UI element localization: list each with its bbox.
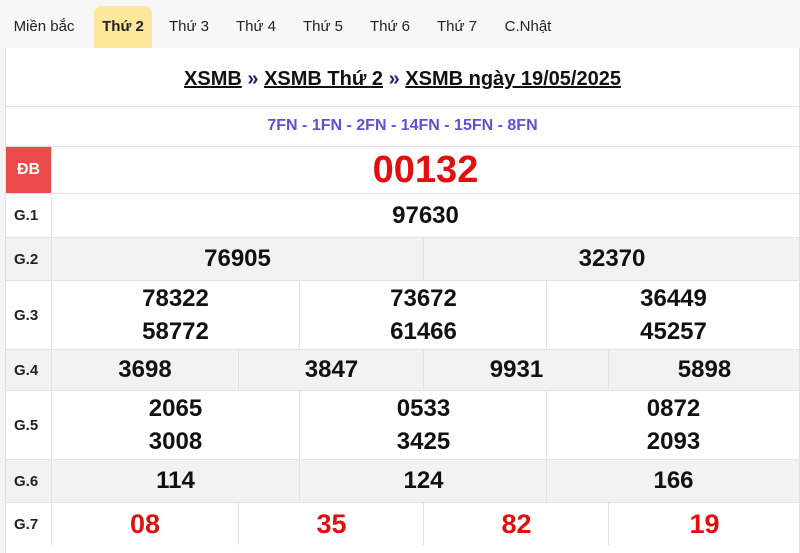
tab-thu-2[interactable]: Thứ 2	[94, 6, 152, 48]
prize-number: 32370	[423, 238, 800, 280]
prize-number: 5898	[608, 350, 800, 390]
tab-thu-5[interactable]: Thứ 5	[294, 6, 352, 48]
prize-number: 2065	[148, 395, 203, 422]
prize-number-pair: 36449 45257	[546, 281, 800, 349]
prize-label: G.1	[6, 194, 52, 237]
prize-row-db: ĐB 00132	[6, 146, 799, 193]
special-codes: 7FN - 1FN - 2FN - 14FN - 15FN - 8FN	[267, 117, 538, 134]
prize-number: 114	[156, 467, 195, 494]
breadcrumb-date[interactable]: XSMB ngày 19/05/2025	[405, 68, 621, 90]
prize-row-g1: G.1 97630	[6, 193, 799, 237]
prize-number: 45257	[640, 318, 707, 345]
prize-number: 61466	[390, 318, 457, 345]
prize-number: 2093	[646, 428, 701, 455]
prize-number: 82	[423, 503, 609, 545]
tab-mien-bac[interactable]: Miền bắc	[4, 6, 84, 48]
prize-number: 35	[238, 503, 424, 545]
prize-label: ĐB	[6, 147, 52, 193]
prize-number-pair: 0533 3425	[299, 391, 547, 459]
prize-number: 3698	[118, 356, 172, 383]
prize-number: 3847	[238, 350, 424, 390]
tab-thu-3[interactable]: Thứ 3	[160, 6, 218, 48]
prize-number: 0533	[396, 395, 451, 422]
tab-chu-nhat[interactable]: C.Nhật	[495, 6, 561, 48]
prize-number-pair: 2065 3008	[52, 391, 299, 459]
prize-number: 19	[608, 503, 800, 545]
prize-label: G.6	[6, 460, 52, 502]
prize-label: G.3	[6, 281, 52, 349]
tab-thu-7[interactable]: Thứ 7	[428, 6, 486, 48]
prize-number: 124	[299, 460, 547, 502]
prize-row-g5: G.5 2065 3008 0533 3425 0872 2093	[6, 390, 799, 459]
prize-number: 08	[129, 508, 161, 539]
prize-number: 97630	[392, 201, 459, 229]
breadcrumb-xsmb[interactable]: XSMB	[184, 68, 242, 90]
prize-number: 36449	[640, 285, 707, 312]
day-tabs: Miền bắc Thứ 2 Thứ 3 Thứ 4 Thứ 5 Thứ 6 T…	[0, 0, 800, 48]
prize-number: 9931	[423, 350, 609, 390]
prize-number: 3008	[148, 428, 203, 455]
special-prize-number: 00132	[372, 148, 479, 191]
prize-number-pair: 73672 61466	[299, 281, 547, 349]
prize-number-pair: 78322 58772	[52, 281, 299, 349]
breadcrumb-separator: »	[247, 68, 259, 90]
prize-row-g7: G.7 08 35 82 19	[6, 502, 799, 545]
prize-row-g3: G.3 78322 58772 73672 61466 36449 45257	[6, 280, 799, 349]
results-card: XSMB » XSMB Thứ 2 » XSMB ngày 19/05/2025…	[5, 48, 800, 553]
breadcrumb-xsmb-thu-2[interactable]: XSMB Thứ 2	[264, 68, 383, 90]
prize-label: G.7	[6, 503, 52, 545]
tab-thu-4[interactable]: Thứ 4	[227, 6, 285, 48]
prize-number: 166	[546, 460, 800, 502]
prize-number: 78322	[142, 285, 209, 312]
tab-thu-6[interactable]: Thứ 6	[361, 6, 419, 48]
prize-row-g2: G.2 76905 32370	[6, 237, 799, 280]
prize-number: 58772	[142, 318, 209, 345]
breadcrumb: XSMB » XSMB Thứ 2 » XSMB ngày 19/05/2025	[6, 48, 799, 107]
prize-label: G.5	[6, 391, 52, 459]
prize-row-g6: G.6 114 124 166	[6, 459, 799, 502]
prize-number: 0872	[646, 395, 701, 422]
prize-number-pair: 0872 2093	[546, 391, 800, 459]
prize-row-g4: G.4 3698 3847 9931 5898	[6, 349, 799, 390]
prize-label: G.2	[6, 238, 52, 280]
prize-label: G.4	[6, 350, 52, 390]
breadcrumb-separator: »	[388, 68, 400, 90]
prize-number: 3425	[396, 428, 451, 455]
prize-number: 73672	[390, 285, 457, 312]
prize-number: 76905	[204, 245, 271, 272]
